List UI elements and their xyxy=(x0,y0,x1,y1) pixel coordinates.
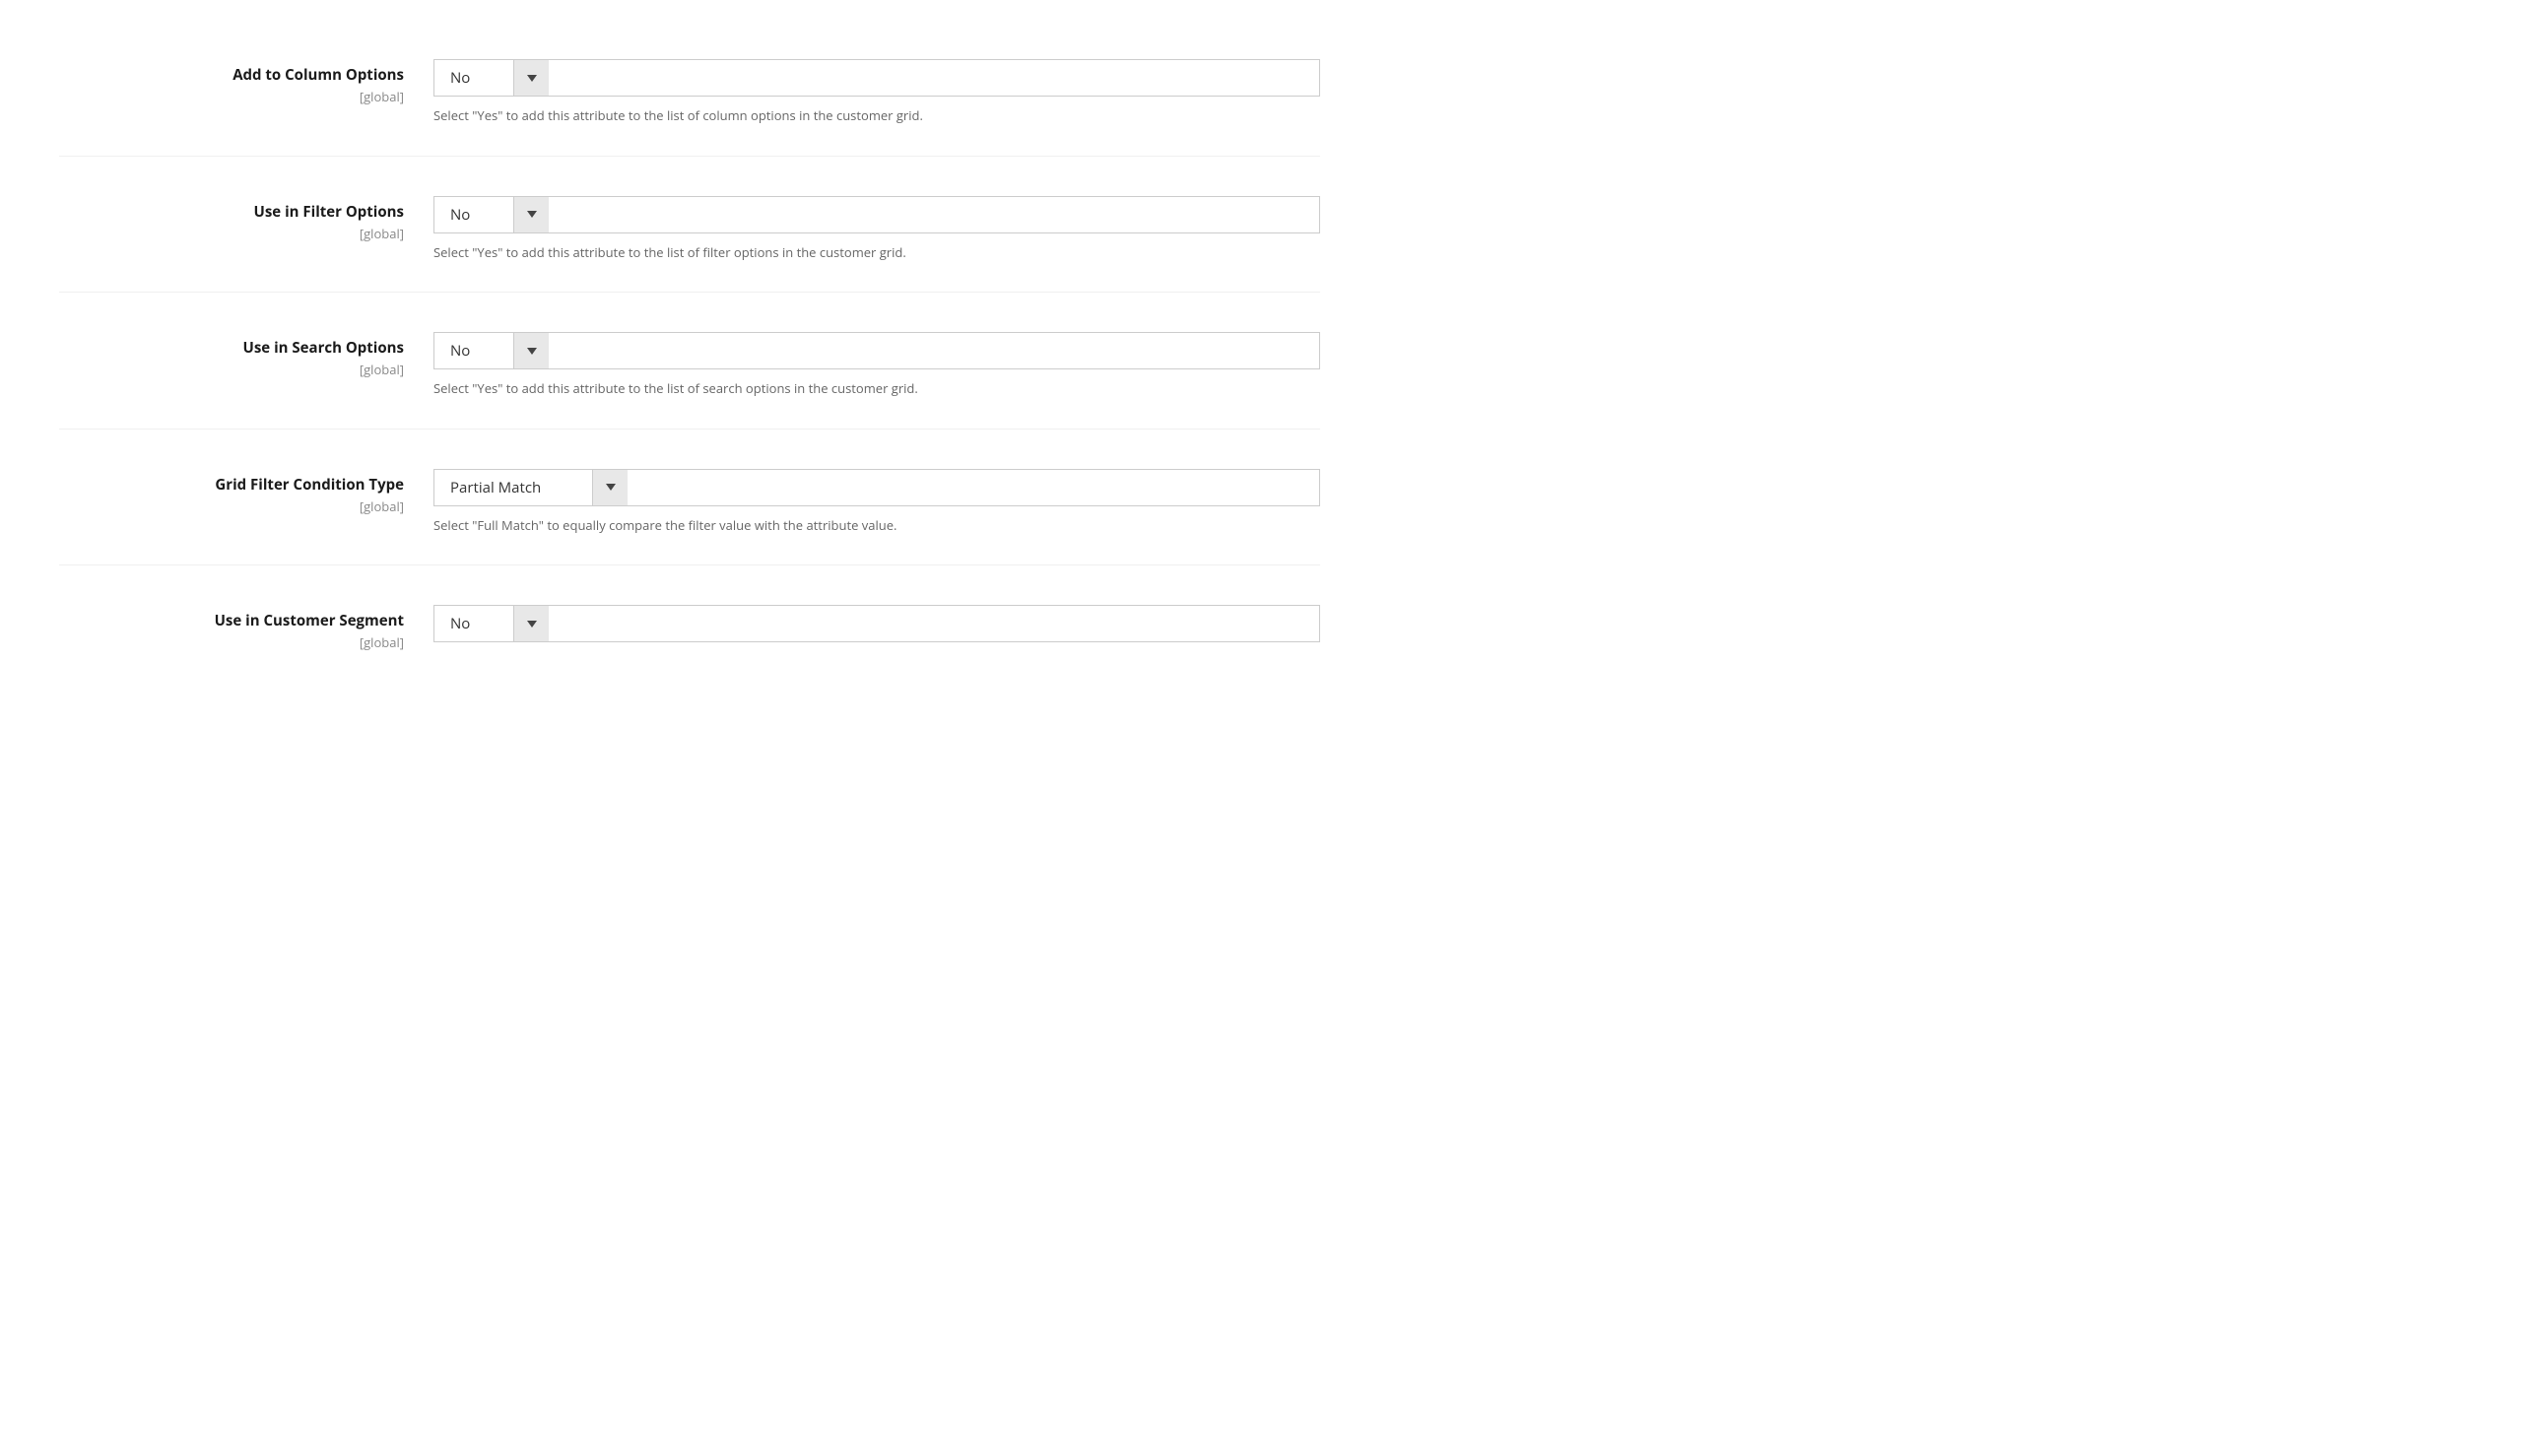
select-use-in-customer-segment[interactable]: No xyxy=(433,605,1320,642)
form-row-add-to-column-options: Add to Column Options [global] No Select "Y… xyxy=(59,20,1320,157)
select-value-grid-filter-condition-type: Partial Match xyxy=(434,470,592,505)
select-arrow-grid-filter-condition-type[interactable] xyxy=(592,470,628,505)
form-row-grid-filter-condition-type: Grid Filter Condition Type[global]Partia… xyxy=(59,430,1320,566)
select-use-in-filter-options[interactable]: No xyxy=(433,196,1320,233)
chevron-down-icon xyxy=(527,75,537,82)
field-description-add-to-column-options: Select "Yes" to add this attribute to th… xyxy=(433,106,1222,126)
field-scope-use-in-filter-options: [global] xyxy=(59,225,404,242)
field-label-use-in-filter-options: Use in Filter Options xyxy=(59,202,404,223)
form-row-use-in-customer-segment: Use in Customer Segment [global] No xyxy=(59,565,1320,681)
select-value-use-in-customer-segment: No xyxy=(434,606,513,641)
chevron-down-icon xyxy=(606,484,616,491)
field-label-grid-filter-condition-type: Grid Filter Condition Type xyxy=(59,475,404,496)
control-col-use-in-search-options: No Select "Yes" to add this attribute to … xyxy=(433,332,1320,399)
chevron-down-icon xyxy=(527,348,537,355)
select-arrow-use-in-filter-options[interactable] xyxy=(513,197,549,232)
chevron-down-icon xyxy=(527,211,537,218)
label-col-use-in-filter-options: Use in Filter Options [global] xyxy=(59,196,433,242)
field-label-add-to-column-options: Add to Column Options xyxy=(59,65,404,86)
control-col-use-in-filter-options: No Select "Yes" to add this attribute to … xyxy=(433,196,1320,263)
field-description-use-in-search-options: Select "Yes" to add this attribute to th… xyxy=(433,379,1222,399)
field-scope-add-to-column-options: [global] xyxy=(59,88,404,105)
field-description-use-in-filter-options: Select "Yes" to add this attribute to th… xyxy=(433,243,1222,263)
select-value-use-in-search-options: No xyxy=(434,333,513,368)
field-description-grid-filter-condition-type: Select "Full Match" to equally compare t… xyxy=(433,516,1222,536)
control-col-use-in-customer-segment: No xyxy=(433,605,1320,642)
chevron-down-icon xyxy=(527,621,537,628)
form-row-use-in-search-options: Use in Search Options [global] No Select "Y… xyxy=(59,293,1320,430)
label-col-grid-filter-condition-type: Grid Filter Condition Type[global] xyxy=(59,469,433,515)
label-col-use-in-customer-segment: Use in Customer Segment [global] xyxy=(59,605,433,651)
label-col-add-to-column-options: Add to Column Options [global] xyxy=(59,59,433,105)
select-arrow-use-in-search-options[interactable] xyxy=(513,333,549,368)
field-label-use-in-search-options: Use in Search Options xyxy=(59,338,404,359)
label-col-use-in-search-options: Use in Search Options [global] xyxy=(59,332,433,378)
select-value-add-to-column-options: No xyxy=(434,60,513,96)
field-label-use-in-customer-segment: Use in Customer Segment xyxy=(59,611,404,631)
field-scope-use-in-customer-segment: [global] xyxy=(59,633,404,651)
control-col-add-to-column-options: No Select "Yes" to add this attribute to … xyxy=(433,59,1320,126)
control-col-grid-filter-condition-type: Partial Match Select "Full Match" to equa… xyxy=(433,469,1320,536)
field-scope-use-in-search-options: [global] xyxy=(59,361,404,378)
select-grid-filter-condition-type[interactable]: Partial Match xyxy=(433,469,1320,506)
select-arrow-add-to-column-options[interactable] xyxy=(513,60,549,96)
select-add-to-column-options[interactable]: No xyxy=(433,59,1320,97)
field-scope-grid-filter-condition-type: [global] xyxy=(59,497,404,515)
select-value-use-in-filter-options: No xyxy=(434,197,513,232)
select-arrow-use-in-customer-segment[interactable] xyxy=(513,606,549,641)
select-use-in-search-options[interactable]: No xyxy=(433,332,1320,369)
form-row-use-in-filter-options: Use in Filter Options [global] No Select "Y… xyxy=(59,157,1320,294)
form-container: Add to Column Options [global] No Select "Y… xyxy=(0,0,1379,700)
